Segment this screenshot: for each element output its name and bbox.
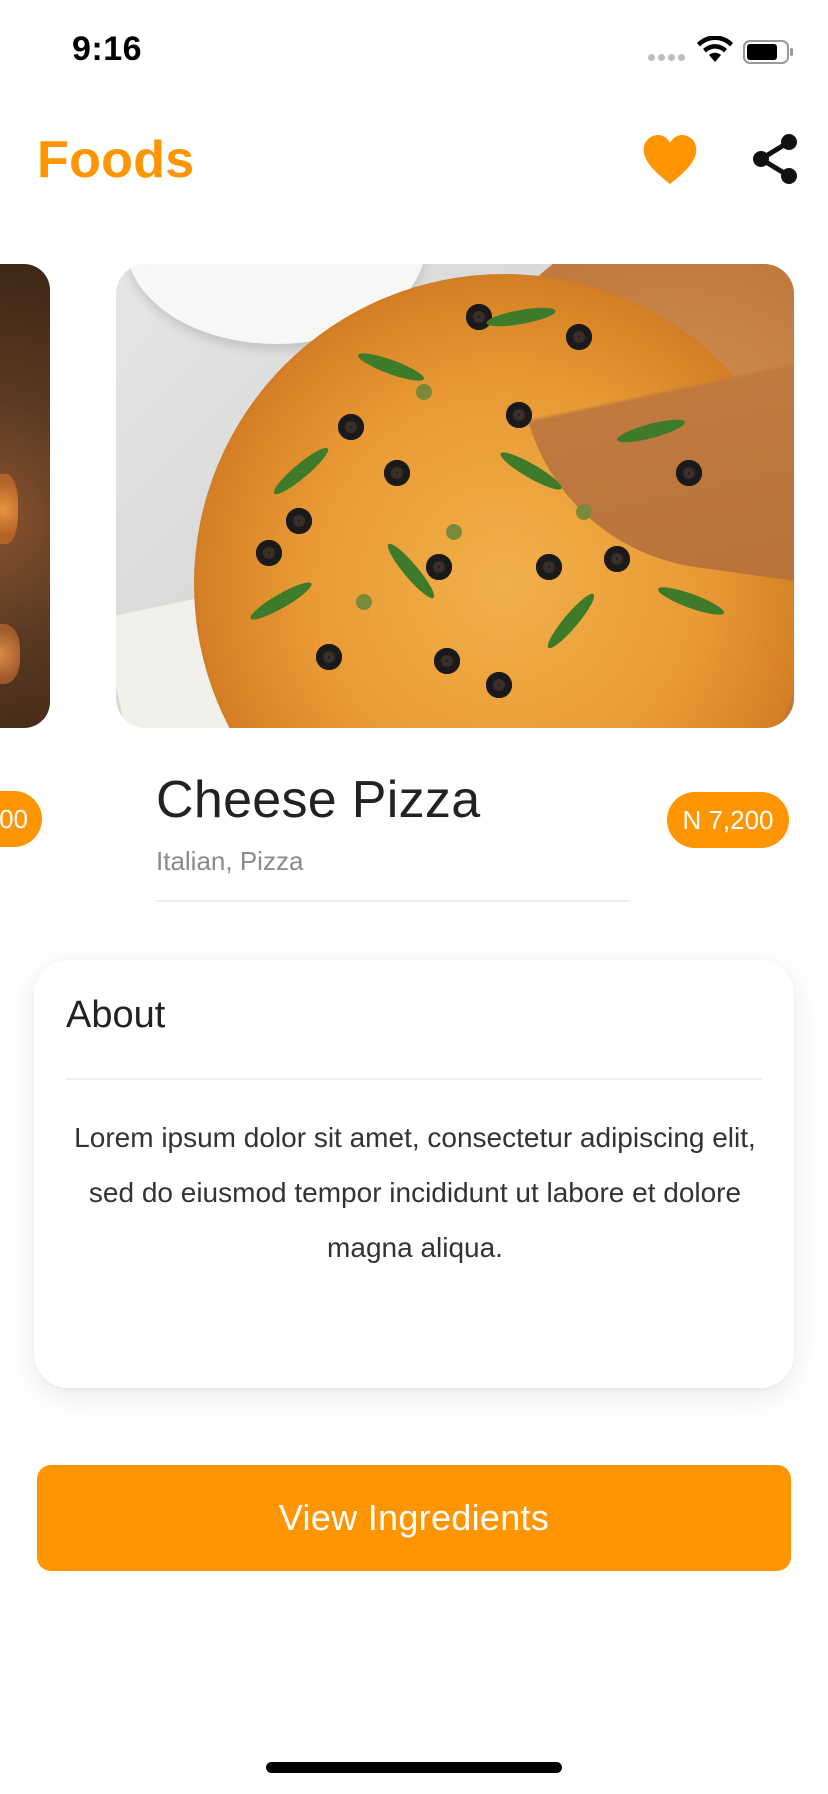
previous-price-badge: 00 <box>0 791 42 847</box>
share-button[interactable] <box>748 132 802 186</box>
previous-food-image[interactable] <box>0 264 50 728</box>
view-ingredients-button[interactable]: View Ingredients <box>37 1465 791 1571</box>
share-icon <box>753 134 797 184</box>
about-divider <box>66 1078 762 1080</box>
status-bar: 9:16 <box>0 0 828 100</box>
product-divider <box>156 900 630 902</box>
about-title: About <box>66 994 166 1036</box>
wifi-icon <box>697 36 733 62</box>
favorite-button[interactable] <box>642 134 698 186</box>
product-categories: Italian, Pizza <box>156 846 304 876</box>
cellular-signal-icon <box>648 54 686 62</box>
price-badge: N 7,200 <box>667 792 789 848</box>
home-indicator[interactable] <box>266 1762 562 1773</box>
app-header: Foods <box>0 120 828 200</box>
page-title: Foods <box>37 131 195 189</box>
heart-icon <box>643 135 697 184</box>
status-time: 9:16 <box>72 30 143 68</box>
battery-icon <box>743 40 793 64</box>
about-description: Lorem ipsum dolor sit amet, consectetur … <box>74 1122 756 1263</box>
product-name: Cheese Pizza <box>156 771 481 829</box>
cheese-pizza-image[interactable] <box>116 264 794 728</box>
about-card: About Lorem ipsum dolor sit amet, consec… <box>34 960 794 1388</box>
food-detail-screen: 9:16 Foods 00 Cheese Pizza Italian, Pizz… <box>0 0 828 1794</box>
